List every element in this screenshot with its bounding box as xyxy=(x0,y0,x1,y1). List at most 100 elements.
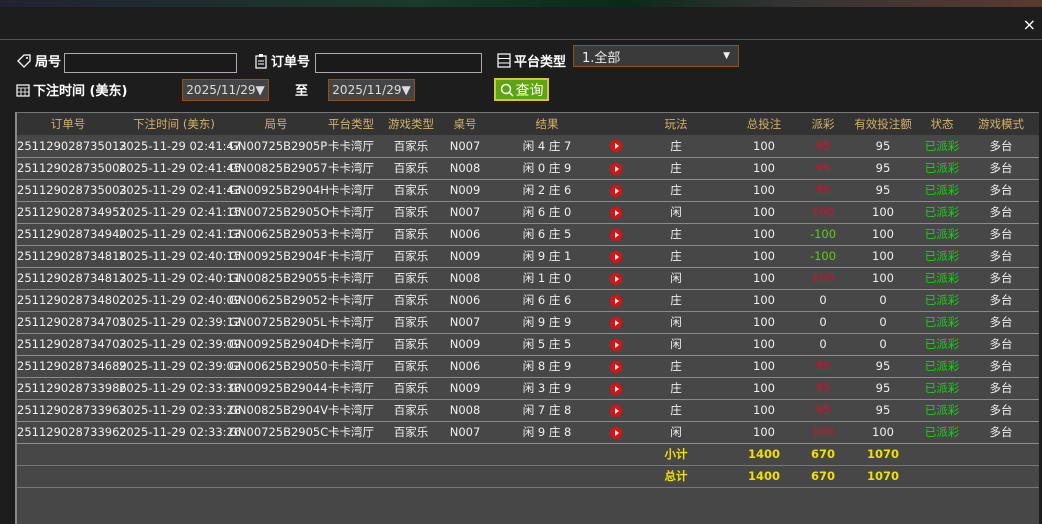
play-video-icon[interactable] xyxy=(610,184,622,197)
play-video-icon[interactable] xyxy=(610,228,622,241)
bet-time-cell: 2025-11-29 02:33:28 xyxy=(119,399,241,422)
game-type-cell: 百家乐 xyxy=(379,377,443,400)
play-video-icon[interactable] xyxy=(610,404,622,417)
bet-type-cell: 庄 xyxy=(625,179,727,202)
status-cell: 已派彩 xyxy=(921,377,963,400)
play-cell xyxy=(607,245,625,268)
platform-cell: 卡卡湾厅 xyxy=(323,421,379,444)
game-mode-cell: 多台 xyxy=(963,201,1039,224)
order-id-cell: 251129028735013 xyxy=(17,135,127,158)
calendar-icon xyxy=(16,83,30,97)
empty-cell xyxy=(379,465,443,488)
empty-cell xyxy=(443,465,487,488)
play-cell xyxy=(607,201,625,224)
game-type-cell: 百家乐 xyxy=(379,289,443,312)
result-cell: 闲 4 庄 7 xyxy=(487,135,607,158)
column-header: 桌号 xyxy=(443,113,487,135)
play-cell xyxy=(607,223,625,246)
query-button[interactable]: 查询 xyxy=(494,78,549,101)
total-bet-cell: 100 xyxy=(727,421,801,444)
bet-type-cell: 闲 xyxy=(625,267,727,290)
total-bet-cell: 100 xyxy=(727,399,801,422)
bet-type-cell: 闲 xyxy=(625,421,727,444)
play-cell xyxy=(607,311,625,334)
bet-time-cell: 2025-11-29 02:41:47 xyxy=(119,135,241,158)
empty-cell xyxy=(607,443,625,466)
play-video-icon[interactable] xyxy=(610,426,622,439)
table-no-cell: N008 xyxy=(443,267,487,290)
valid-bet-cell: 100 xyxy=(845,223,921,246)
table-no-cell: N008 xyxy=(443,399,487,422)
close-icon[interactable]: × xyxy=(1023,15,1036,34)
total-bet-cell: 100 xyxy=(727,245,801,268)
column-header: 有效投注额 xyxy=(845,113,921,135)
valid-bet-cell: 95 xyxy=(845,399,921,422)
order-id-cell: 251129028734703 xyxy=(17,333,127,356)
round-input[interactable] xyxy=(64,53,237,73)
game-mode-cell: 多台 xyxy=(963,399,1039,422)
game-mode-cell: 多台 xyxy=(963,135,1039,158)
chevron-down-icon: ▼ xyxy=(723,51,730,61)
play-cell xyxy=(607,157,625,180)
play-video-icon[interactable] xyxy=(610,272,622,285)
round-id-cell: GN00725B2905C xyxy=(229,421,328,444)
play-video-icon[interactable] xyxy=(610,294,622,307)
valid-bet-cell: 0 xyxy=(845,289,921,312)
bet-type-cell: 庄 xyxy=(625,355,727,378)
play-video-icon[interactable] xyxy=(610,338,622,351)
play-cell xyxy=(607,333,625,356)
platform-cell: 卡卡湾厅 xyxy=(323,179,379,202)
round-id-cell: GN00925B2904D xyxy=(229,333,329,356)
result-cell: 闲 2 庄 6 xyxy=(487,179,607,202)
date-to-picker[interactable]: 2025/11/29▼ xyxy=(328,79,415,101)
summary-row: 总计 1400 670 1070 xyxy=(17,465,1039,488)
game-type-cell: 百家乐 xyxy=(379,421,443,444)
table-no-cell: N007 xyxy=(443,421,487,444)
game-type-cell: 百家乐 xyxy=(379,157,443,180)
payout-cell: -100 xyxy=(801,245,845,268)
status-cell: 已派彩 xyxy=(921,267,963,290)
play-video-icon[interactable] xyxy=(610,360,622,373)
payout-cell: 95 xyxy=(801,377,845,400)
empty-cell xyxy=(443,443,487,466)
bet-type-cell: 闲 xyxy=(625,333,727,356)
play-video-icon[interactable] xyxy=(610,382,622,395)
column-header xyxy=(607,113,625,135)
payout-cell: 100 xyxy=(801,267,845,290)
platform-cell: 卡卡湾厅 xyxy=(323,289,379,312)
platform-select[interactable]: 1.全部 ▼ xyxy=(573,45,739,67)
summary-total-bet: 1400 xyxy=(727,465,801,488)
table-row: 251129028733962 2025-11-29 02:33:26 GN0072… xyxy=(17,421,1039,444)
empty-cell xyxy=(119,465,229,488)
order-input[interactable] xyxy=(315,53,482,73)
table-no-cell: N006 xyxy=(443,223,487,246)
payout-cell: 100 xyxy=(801,421,845,444)
date-from-picker[interactable]: 2025/11/29▼ xyxy=(182,79,269,101)
play-video-icon[interactable] xyxy=(610,140,622,153)
game-mode-cell: 多台 xyxy=(963,245,1039,268)
result-cell: 闲 9 庄 9 xyxy=(487,311,607,334)
game-mode-cell: 多台 xyxy=(963,157,1039,180)
game-type-cell: 百家乐 xyxy=(379,245,443,268)
payout-cell: 0 xyxy=(801,311,845,334)
empty-cell xyxy=(229,443,323,466)
platform-cell: 卡卡湾厅 xyxy=(323,157,379,180)
table-no-cell: N009 xyxy=(443,377,487,400)
valid-bet-cell: 100 xyxy=(845,245,921,268)
play-video-icon[interactable] xyxy=(610,250,622,263)
payout-cell: 0 xyxy=(801,333,845,356)
empty-cell xyxy=(323,443,379,466)
play-video-icon[interactable] xyxy=(610,162,622,175)
valid-bet-cell: 0 xyxy=(845,311,921,334)
play-video-icon[interactable] xyxy=(610,316,622,329)
round-id-cell: GN00825B29057 xyxy=(229,157,328,180)
round-id-cell: GN00725B2905P xyxy=(229,135,327,158)
play-video-icon[interactable] xyxy=(610,206,622,219)
platform-cell: 卡卡湾厅 xyxy=(323,355,379,378)
platform-cell: 卡卡湾厅 xyxy=(323,201,379,224)
list-icon xyxy=(497,53,511,68)
order-label: 订单号 xyxy=(254,51,310,70)
background-game-strip xyxy=(0,0,1042,7)
table-no-cell: N009 xyxy=(443,245,487,268)
bet-time-cell: 2025-11-29 02:39:12 xyxy=(119,311,241,334)
